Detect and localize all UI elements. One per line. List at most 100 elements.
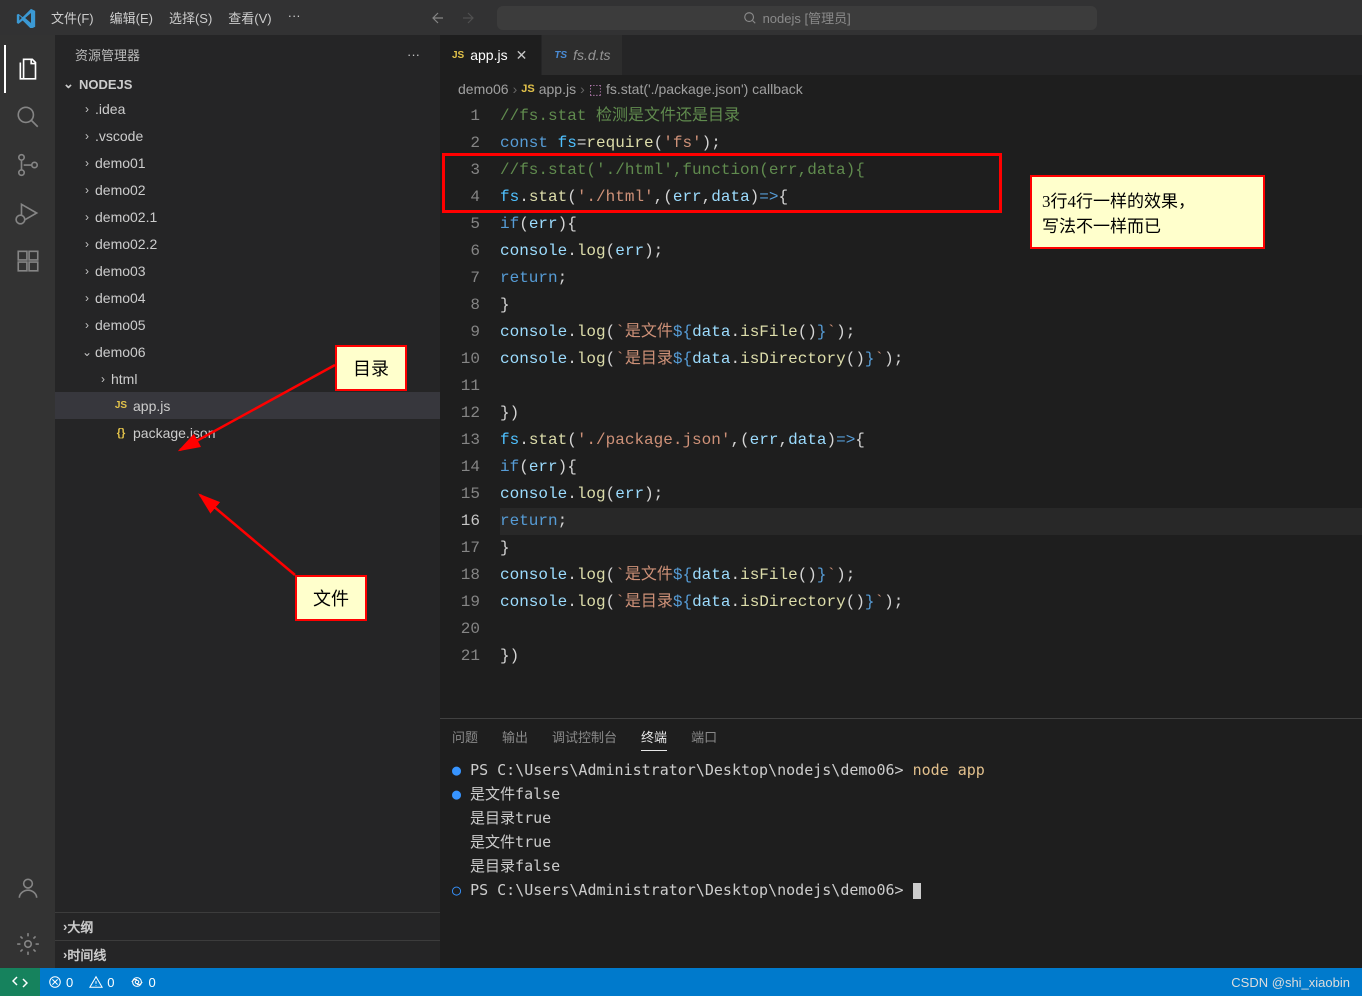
menu-select[interactable]: 选择(S) <box>161 2 220 33</box>
panel-tabs: 问题 输出 调试控制台 终端 端口 <box>440 719 1362 754</box>
tab-app-js[interactable]: JS app.js ✕ <box>440 35 542 75</box>
annotation-folder: 目录 <box>335 345 407 391</box>
activity-extensions-icon[interactable] <box>4 237 52 285</box>
method-icon: ⬚ <box>589 81 602 98</box>
menu-file[interactable]: 文件(F) <box>43 2 102 33</box>
chevron-right-icon: › <box>79 318 95 332</box>
file-tree: ›.idea›.vscode›demo01›demo02›demo02.1›de… <box>55 95 440 912</box>
chevron-right-icon: › <box>79 129 95 143</box>
tree-folder[interactable]: ›demo02 <box>55 176 440 203</box>
sidebar-header: 资源管理器 ··· <box>55 35 440 73</box>
chevron-right-icon: › <box>95 372 111 386</box>
tree-item-label: demo03 <box>95 263 146 279</box>
tree-folder[interactable]: ›.idea <box>55 95 440 122</box>
tree-folder[interactable]: ›demo01 <box>55 149 440 176</box>
panel-tab-output[interactable]: 输出 <box>502 723 528 750</box>
menu-view[interactable]: 查看(V) <box>220 2 279 33</box>
terminal-content[interactable]: ● PS C:\Users\Administrator\Desktop\node… <box>440 754 1362 968</box>
titlebar: 文件(F) 编辑(E) 选择(S) 查看(V) ··· nodejs [管理员] <box>0 0 1362 35</box>
breadcrumb[interactable]: demo06 › JS app.js › ⬚ fs.stat('./packag… <box>440 75 1362 103</box>
activity-account-icon[interactable] <box>4 864 52 912</box>
tab-label: app.js <box>470 47 507 63</box>
sidebar-project-header[interactable]: ⌄ NODEJS <box>55 73 440 95</box>
js-icon: JS <box>452 50 464 61</box>
tree-item-label: html <box>111 371 137 387</box>
chevron-right-icon: › <box>79 210 95 224</box>
sidebar: 资源管理器 ··· ⌄ NODEJS ›.idea›.vscode›demo01… <box>55 35 440 968</box>
search-text: nodejs [管理员] <box>763 8 851 27</box>
tree-item-label: demo01 <box>95 155 146 171</box>
activity-search-icon[interactable] <box>4 93 52 141</box>
sidebar-timeline[interactable]: › 时间线 <box>55 940 440 968</box>
chevron-down-icon: ⌄ <box>63 76 79 92</box>
command-center[interactable]: nodejs [管理员] <box>497 6 1097 30</box>
tree-item-label: demo04 <box>95 290 146 306</box>
chevron-right-icon: › <box>580 81 585 97</box>
tree-item-label: .idea <box>95 101 125 117</box>
watermark: CSDN @shi_xiaobin <box>1231 975 1362 990</box>
sidebar-title: 资源管理器 <box>75 45 140 64</box>
tree-file[interactable]: {}package.json <box>55 419 440 446</box>
activity-bar <box>0 35 55 968</box>
annotation-comment: 3行4行一样的效果， 写法不一样而已 <box>1030 175 1265 249</box>
tree-folder[interactable]: ›demo03 <box>55 257 440 284</box>
remote-button[interactable] <box>0 968 40 996</box>
json-icon: {} <box>111 427 131 439</box>
activity-scm-icon[interactable] <box>4 141 52 189</box>
line-gutter: 123456789101112131415161718192021 <box>440 103 500 718</box>
terminal-line: 是目录true <box>452 806 1350 830</box>
menu-bar: 文件(F) 编辑(E) 选择(S) 查看(V) ··· <box>43 2 309 33</box>
bottom-panel: 问题 输出 调试控制台 终端 端口 ● PS C:\Users\Administ… <box>440 718 1362 968</box>
chevron-right-icon: › <box>79 291 95 305</box>
panel-tab-debug[interactable]: 调试控制台 <box>552 723 617 750</box>
tab-fs-d-ts[interactable]: TS fs.d.ts <box>542 35 623 75</box>
annotation-file: 文件 <box>295 575 367 621</box>
ts-icon: TS <box>554 50 567 61</box>
tree-folder[interactable]: ›demo05 <box>55 311 440 338</box>
sidebar-more-icon[interactable]: ··· <box>407 47 420 62</box>
status-bar: 0 0 0 CSDN @shi_xiaobin <box>0 968 1362 996</box>
chevron-right-icon: › <box>79 237 95 251</box>
tree-item-label: .vscode <box>95 128 143 144</box>
nav-forward-icon[interactable] <box>461 10 477 26</box>
menu-more[interactable]: ··· <box>280 2 309 33</box>
chevron-right-icon: › <box>79 183 95 197</box>
tree-item-label: package.json <box>133 425 216 441</box>
close-icon[interactable]: ✕ <box>514 45 530 66</box>
panel-tab-problems[interactable]: 问题 <box>452 723 478 750</box>
status-warnings[interactable]: 0 <box>81 975 122 990</box>
chevron-down-icon: ⌄ <box>79 345 95 359</box>
tree-item-label: app.js <box>133 398 170 414</box>
status-errors[interactable]: 0 <box>40 975 81 990</box>
status-ports[interactable]: 0 <box>122 975 163 990</box>
menu-edit[interactable]: 编辑(E) <box>102 2 161 33</box>
tree-item-label: demo02.1 <box>95 209 157 225</box>
chevron-right-icon: › <box>79 102 95 116</box>
terminal-line: 是文件true <box>452 830 1350 854</box>
nav-back-icon[interactable] <box>429 10 445 26</box>
tab-label: fs.d.ts <box>573 47 610 63</box>
tree-folder[interactable]: ›demo04 <box>55 284 440 311</box>
activity-explorer-icon[interactable] <box>4 45 52 93</box>
panel-tab-ports[interactable]: 端口 <box>691 723 717 750</box>
tree-item-label: demo02 <box>95 182 146 198</box>
sidebar-outline[interactable]: › 大纲 <box>55 912 440 940</box>
chevron-right-icon: › <box>79 264 95 278</box>
tree-folder[interactable]: ›demo02.1 <box>55 203 440 230</box>
tree-file[interactable]: JSapp.js <box>55 392 440 419</box>
tree-folder[interactable]: ›demo02.2 <box>55 230 440 257</box>
project-name: NODEJS <box>79 77 132 92</box>
panel-tab-terminal[interactable]: 终端 <box>641 723 667 751</box>
terminal-line: ○ PS C:\Users\Administrator\Desktop\node… <box>452 878 1350 902</box>
tree-item-label: demo05 <box>95 317 146 333</box>
tree-item-label: demo06 <box>95 344 146 360</box>
tree-item-label: demo02.2 <box>95 236 157 252</box>
js-icon: JS <box>521 83 534 95</box>
terminal-line: 是目录false <box>452 854 1350 878</box>
tree-folder[interactable]: ›.vscode <box>55 122 440 149</box>
activity-debug-icon[interactable] <box>4 189 52 237</box>
editor-tabs: JS app.js ✕ TS fs.d.ts <box>440 35 1362 75</box>
vscode-logo-icon <box>8 8 43 28</box>
activity-settings-icon[interactable] <box>4 920 52 968</box>
js-icon: JS <box>111 400 131 411</box>
